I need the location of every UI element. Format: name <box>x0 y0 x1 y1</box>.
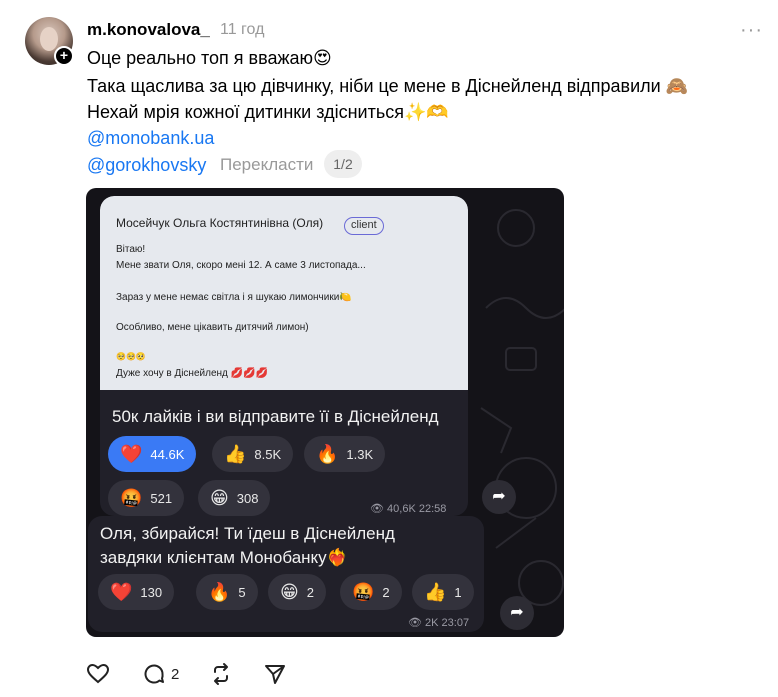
card1-title: 50к лайків і ви відправите її в Діснейле… <box>112 407 439 426</box>
caption-line-2: Така щаслива за цю дівчинку, ніби це мен… <box>87 76 689 96</box>
send-icon <box>265 665 286 684</box>
reaction-fire[interactable]: 🔥 1.3K <box>304 436 386 472</box>
quote-line: Дуже хочу в Діснейленд 💋💋💋 <box>116 368 268 379</box>
caption-line-1: Оце реально топ я вважаю😍 <box>87 48 332 68</box>
reaction-grin[interactable]: 😁 2 <box>268 574 326 610</box>
views-time: 👁 40,6K 22:58 <box>370 502 446 515</box>
reaction-thumbs-up[interactable]: 👍 1 <box>412 574 474 610</box>
repost-icon <box>214 663 229 685</box>
mention-gorokhovsky[interactable]: @gorokhovsky <box>87 155 206 176</box>
reaction-count: 1.3K <box>346 446 374 462</box>
thumbs-up-emoji-icon: 👍 <box>224 443 247 464</box>
reaction-thumbs-up[interactable]: 👍 8.5K <box>212 436 294 472</box>
card2-text: Оля, збирайся! Ти їдеш в Діснейленд завд… <box>100 522 395 570</box>
eye-icon: 👁 <box>408 617 422 629</box>
quote-author: Мосейчук Ольга Костянтинівна (Оля) <box>116 216 324 230</box>
comment-count: 2 <box>171 665 180 683</box>
reaction-count: 2 <box>382 584 390 600</box>
eye-icon: 👁 <box>370 503 384 515</box>
share-button[interactable] <box>263 662 287 686</box>
quote-line: Зараз у мене немає світла і я шукаю лимо… <box>116 292 352 303</box>
heart-icon <box>86 663 110 684</box>
angry-emoji-icon: 🤬 <box>352 581 375 602</box>
grin-emoji-icon: 😁 <box>210 487 229 508</box>
heart-emoji-icon: ❤️ <box>110 581 133 602</box>
reaction-heart[interactable]: ❤️ 44.6K <box>108 436 197 472</box>
forward-icon[interactable]: ➦ <box>482 480 516 514</box>
reaction-count: 5 <box>238 584 246 600</box>
quote-line: Мене звати Оля, скоро мені 12. А саме 3 … <box>116 260 366 271</box>
caption-line-3: Нехай мрія кожної дитинки здісниться✨🫶 <box>87 102 449 122</box>
reaction-angry[interactable]: 🤬 521 <box>108 480 185 516</box>
reaction-angry[interactable]: 🤬 2 <box>340 574 402 610</box>
quoted-message: Мосейчук Ольга Костянтинівна (Оля) clien… <box>100 196 468 390</box>
client-badge: client <box>344 217 384 235</box>
repost-button[interactable] <box>209 662 233 686</box>
message-card-2: Оля, збирайся! Ти їдеш в Діснейленд завд… <box>88 516 484 632</box>
follow-plus-icon[interactable]: + <box>54 46 74 66</box>
quote-line: 🥺🥺🥺 <box>116 352 146 361</box>
reaction-count: 130 <box>140 584 163 600</box>
views-text: 40,6K 22:58 <box>387 503 447 515</box>
views-text: 2K 23:07 <box>425 617 470 629</box>
thumbs-up-emoji-icon: 👍 <box>424 581 447 602</box>
reaction-count: 8.5K <box>254 446 282 462</box>
fire-emoji-icon: 🔥 <box>208 581 231 602</box>
forward-icon[interactable]: ➦ <box>500 596 534 630</box>
angry-emoji-icon: 🤬 <box>120 487 143 508</box>
reaction-count: 44.6K <box>150 446 185 462</box>
quote-line: Вітаю! <box>116 244 146 255</box>
comment-button[interactable]: 2 <box>142 662 179 686</box>
reaction-grin[interactable]: 😁 308 <box>198 480 271 516</box>
reaction-count: 2 <box>306 584 314 600</box>
post-media[interactable]: Мосейчук Ольга Костянтинівна (Оля) clien… <box>86 188 564 637</box>
like-button[interactable] <box>86 662 110 686</box>
translate-button[interactable]: Перекласти <box>220 155 313 175</box>
media-pager: 1/2 <box>324 150 362 178</box>
username[interactable]: m.konovalova_ <box>87 20 210 40</box>
reaction-fire[interactable]: 🔥 5 <box>196 574 258 610</box>
grin-emoji-icon: 😁 <box>280 581 299 602</box>
reaction-count: 1 <box>454 584 462 600</box>
message-card-1: Мосейчук Ольга Костянтинівна (Оля) clien… <box>100 196 468 516</box>
card2-line-1: Оля, збирайся! Ти їдеш в Діснейленд <box>100 524 395 543</box>
fire-emoji-icon: 🔥 <box>316 443 339 464</box>
more-options-icon[interactable]: ··· <box>740 19 763 42</box>
quote-line: Особливо, мене цікавить дитячий лимон) <box>116 322 309 333</box>
mention-monobank[interactable]: @monobank.ua <box>87 128 214 149</box>
reaction-count: 521 <box>150 490 173 506</box>
card2-line-2: завдяки клієнтам Монобанку❤️‍🔥 <box>100 548 348 567</box>
reaction-count: 308 <box>236 490 259 506</box>
reaction-heart[interactable]: ❤️ 130 <box>98 574 175 610</box>
post-time: 11 год <box>220 21 265 38</box>
post-action-bar: 2 <box>86 662 287 686</box>
heart-emoji-icon: ❤️ <box>120 443 143 464</box>
comment-icon <box>144 664 164 684</box>
views-time: 👁 2K 23:07 <box>408 616 469 629</box>
